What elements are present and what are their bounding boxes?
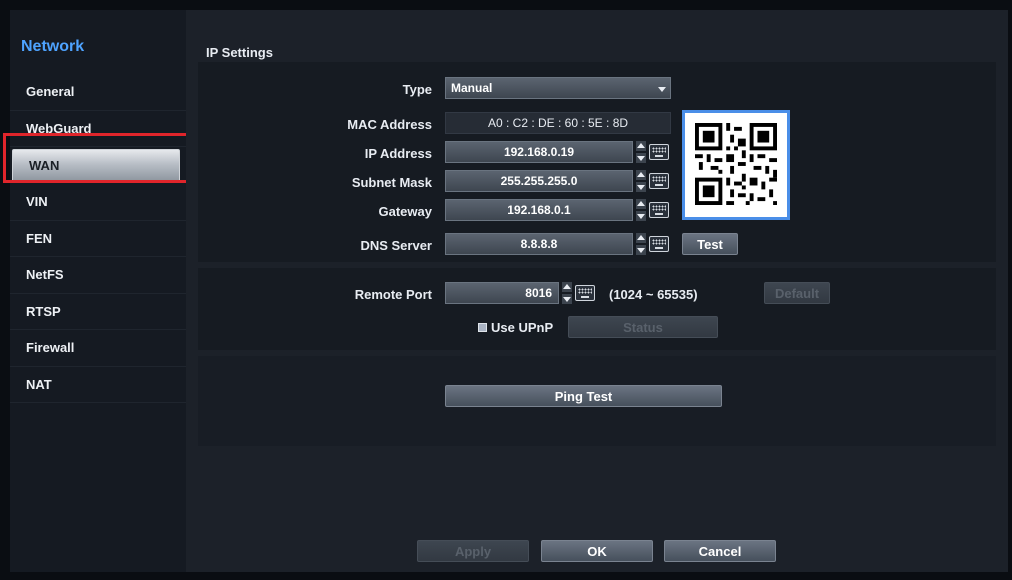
sidebar-item-rtsp[interactable]: RTSP bbox=[10, 294, 186, 330]
main-panel: IP Settings Type Manual MAC Address A0 :… bbox=[186, 10, 1008, 572]
ip-address-field[interactable]: 192.168.0.19 bbox=[445, 141, 633, 163]
keyboard-icon[interactable] bbox=[649, 236, 669, 252]
use-upnp-label: Use UPnP bbox=[491, 320, 554, 335]
spin-down-icon[interactable] bbox=[636, 182, 646, 192]
spin-up-icon[interactable] bbox=[636, 199, 646, 209]
subnet-mask-field[interactable]: 255.255.255.0 bbox=[445, 170, 633, 192]
type-label: Type bbox=[402, 82, 432, 97]
qr-code-icon bbox=[695, 123, 777, 205]
ip-spinner[interactable] bbox=[636, 141, 646, 163]
gateway-label: Gateway bbox=[378, 204, 432, 219]
spin-up-icon[interactable] bbox=[636, 170, 646, 180]
type-dropdown[interactable]: Manual bbox=[445, 77, 671, 99]
dns-server-field[interactable]: 8.8.8.8 bbox=[445, 233, 633, 255]
spin-up-icon[interactable] bbox=[636, 233, 646, 243]
sidebar-item-general[interactable]: General bbox=[10, 74, 186, 111]
sidebar: Network General WebGuard WAN VIN FEN Net… bbox=[10, 10, 186, 572]
sidebar-item-fen[interactable]: FEN bbox=[10, 221, 186, 257]
keyboard-icon[interactable] bbox=[649, 173, 669, 189]
subnet-label: Subnet Mask bbox=[351, 175, 432, 190]
dns-label: DNS Server bbox=[360, 238, 432, 253]
sidebar-item-vin[interactable]: VIN bbox=[10, 184, 186, 221]
apply-button[interactable]: Apply bbox=[417, 540, 529, 562]
sidebar-title: Network bbox=[21, 38, 85, 55]
subnet-spinner[interactable] bbox=[636, 170, 646, 192]
gateway-spinner[interactable] bbox=[636, 199, 646, 221]
spin-down-icon[interactable] bbox=[636, 245, 646, 255]
use-upnp-checkbox[interactable] bbox=[478, 323, 487, 332]
spin-down-icon[interactable] bbox=[636, 211, 646, 221]
spin-up-icon[interactable] bbox=[562, 282, 572, 292]
ok-button[interactable]: OK bbox=[541, 540, 653, 562]
keyboard-icon[interactable] bbox=[575, 285, 595, 301]
spin-down-icon[interactable] bbox=[636, 153, 646, 163]
remote-port-field[interactable]: 8016 bbox=[445, 282, 559, 304]
default-button[interactable]: Default bbox=[764, 282, 830, 304]
spin-down-icon[interactable] bbox=[562, 294, 572, 304]
port-range-text: (1024 ~ 65535) bbox=[609, 287, 698, 302]
qr-code bbox=[682, 110, 790, 220]
sidebar-item-nat[interactable]: NAT bbox=[10, 367, 186, 403]
port-spinner[interactable] bbox=[562, 282, 572, 304]
keyboard-icon[interactable] bbox=[649, 144, 669, 160]
ping-test-button[interactable]: Ping Test bbox=[445, 385, 722, 407]
selection-highlight bbox=[3, 133, 195, 183]
section-title: IP Settings bbox=[206, 45, 273, 60]
type-value: Manual bbox=[451, 81, 493, 95]
gateway-field[interactable]: 192.168.0.1 bbox=[445, 199, 633, 221]
sidebar-item-firewall[interactable]: Firewall bbox=[10, 330, 186, 367]
chevron-down-icon bbox=[658, 87, 666, 92]
ip-label: IP Address bbox=[364, 146, 432, 161]
cancel-button[interactable]: Cancel bbox=[664, 540, 776, 562]
keyboard-icon[interactable] bbox=[649, 202, 669, 218]
ping-test-label: Ping Test bbox=[554, 388, 613, 404]
sidebar-item-netfs[interactable]: NetFS bbox=[10, 257, 186, 294]
mac-label: MAC Address bbox=[347, 117, 432, 132]
status-button[interactable]: Status bbox=[568, 316, 718, 338]
sidebar-list: General WebGuard WAN VIN FEN NetFS RTSP … bbox=[10, 74, 186, 403]
spin-up-icon[interactable] bbox=[636, 141, 646, 151]
mac-field: A0 : C2 : DE : 60 : 5E : 8D bbox=[445, 112, 671, 134]
remote-port-label: Remote Port bbox=[354, 287, 432, 302]
dns-spinner[interactable] bbox=[636, 233, 646, 255]
test-button[interactable]: Test bbox=[682, 233, 738, 255]
